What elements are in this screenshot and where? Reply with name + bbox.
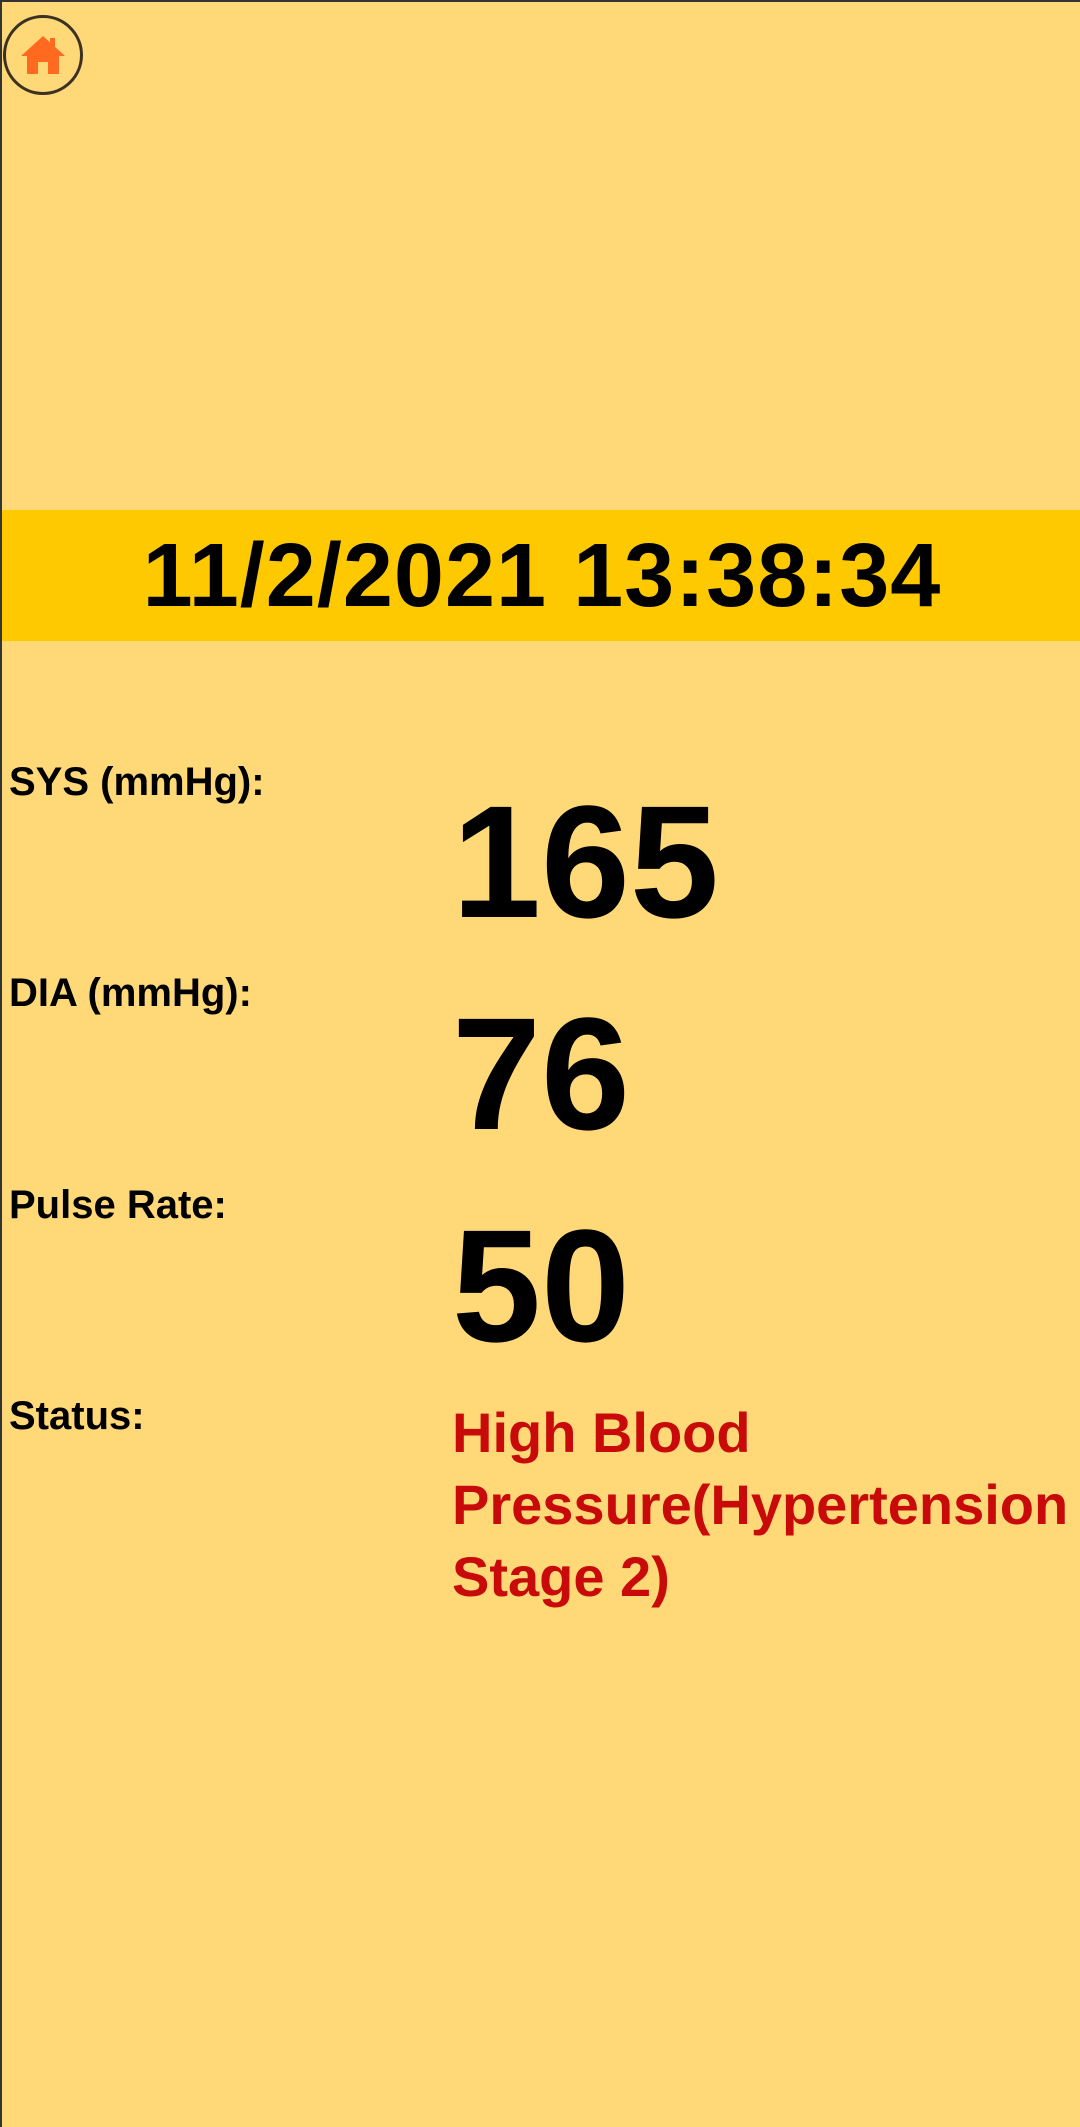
sys-label: SYS (mmHg): bbox=[9, 760, 265, 804]
datetime-banner: 11/2/2021 13:38:34 bbox=[2, 510, 1080, 641]
reading-detail-screen: 11/2/2021 13:38:34 SYS (mmHg): 165 DIA (… bbox=[0, 0, 1080, 2127]
dia-label: DIA (mmHg): bbox=[9, 971, 252, 1015]
home-button[interactable] bbox=[3, 15, 83, 95]
reading-datetime: 11/2/2021 13:38:34 bbox=[142, 525, 942, 626]
sys-value: 165 bbox=[452, 772, 719, 951]
pulse-label: Pulse Rate: bbox=[9, 1183, 227, 1227]
status-value: High Blood Pressure(Hypertension Stage 2… bbox=[452, 1401, 1069, 1608]
dia-value: 76 bbox=[452, 984, 630, 1163]
pulse-value: 50 bbox=[452, 1196, 630, 1375]
home-icon bbox=[21, 36, 65, 74]
status-label: Status: bbox=[9, 1394, 145, 1438]
